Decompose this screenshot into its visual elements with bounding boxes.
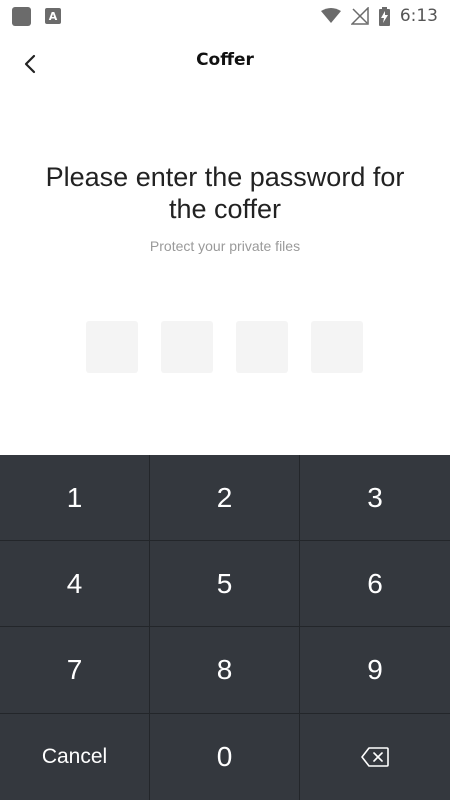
- notification-app-icon: [12, 6, 31, 26]
- pin-digit-box-1: [86, 321, 138, 373]
- coffer-password-screen: A 6:13 Coffer Please enter the password …: [0, 0, 450, 800]
- key-2[interactable]: 2: [150, 455, 300, 541]
- no-signal-icon: [350, 7, 369, 25]
- key-8[interactable]: 8: [150, 627, 300, 714]
- numeric-keypad: 1 2 3 4 5 6 7 8 9 Cancel 0: [0, 455, 450, 800]
- pin-input-row[interactable]: [86, 321, 363, 373]
- pin-digit-box-2: [161, 321, 213, 373]
- key-9[interactable]: 9: [300, 627, 450, 714]
- key-1[interactable]: 1: [0, 455, 150, 541]
- backspace-icon: [361, 747, 389, 767]
- status-system-icons: 6:13: [320, 6, 450, 26]
- cancel-button[interactable]: Cancel: [0, 714, 150, 800]
- app-bar: Coffer: [0, 36, 450, 92]
- notification-a-icon: A: [45, 8, 61, 24]
- battery-charging-icon: [378, 6, 390, 26]
- password-prompt-subtitle: Protect your private files: [149, 238, 301, 254]
- key-0[interactable]: 0: [150, 714, 300, 800]
- key-6[interactable]: 6: [300, 541, 450, 627]
- status-time: 6:13: [399, 6, 438, 26]
- password-prompt-title: Please enter the password for the coffer: [45, 162, 405, 224]
- backspace-button[interactable]: [300, 714, 450, 800]
- key-4[interactable]: 4: [0, 541, 150, 627]
- pin-digit-box-4: [311, 321, 363, 373]
- key-7[interactable]: 7: [0, 627, 150, 714]
- key-5[interactable]: 5: [150, 541, 300, 627]
- wifi-icon: [320, 8, 341, 23]
- status-notifications: A: [0, 6, 61, 26]
- key-3[interactable]: 3: [300, 455, 450, 541]
- page-title: Coffer: [196, 50, 254, 70]
- status-bar: A 6:13: [0, 0, 450, 32]
- notification-a-letter: A: [48, 9, 58, 23]
- pin-digit-box-3: [236, 321, 288, 373]
